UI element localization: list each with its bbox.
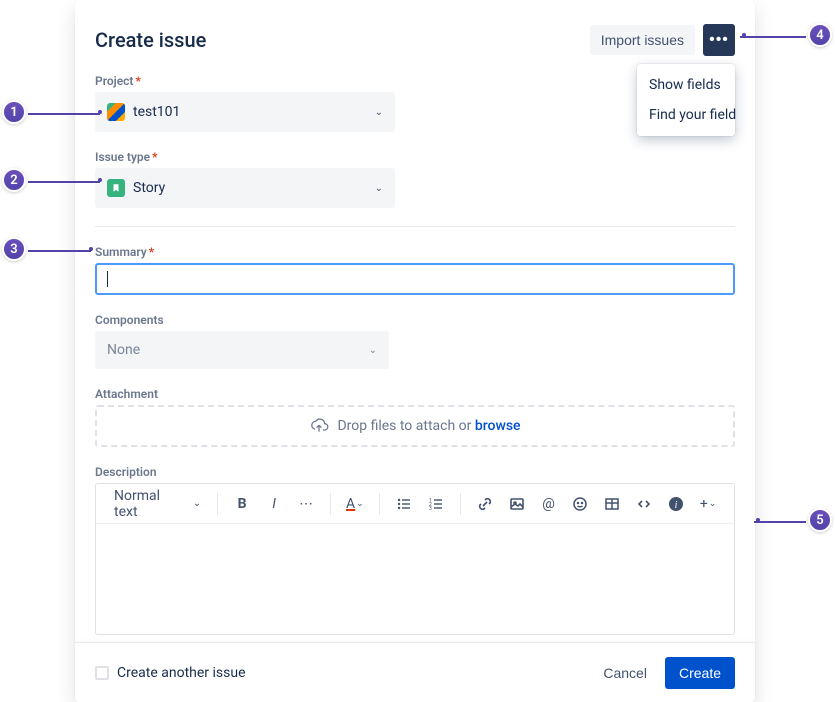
chevron-down-icon: ⌄ <box>193 498 201 509</box>
upload-icon <box>309 418 329 434</box>
link-button[interactable] <box>471 490 499 518</box>
header-actions: Import issues ••• Show fields Find your … <box>590 24 735 56</box>
editor-toolbar: Normal text ⌄ B I ⋯ A ⌄ <box>96 484 734 524</box>
attachment-label: Attachment <box>95 387 735 401</box>
menu-find-field[interactable]: Find your field <box>637 100 735 130</box>
create-another-toggle[interactable]: Create another issue <box>95 665 246 681</box>
cancel-button[interactable]: Cancel <box>593 657 657 689</box>
toolbar-separator <box>330 493 331 515</box>
callout-2: 2 <box>2 168 26 192</box>
bullet-list-button[interactable] <box>390 490 418 518</box>
browse-link[interactable]: browse <box>475 418 521 434</box>
project-value: test101 <box>133 104 375 120</box>
issue-type-field: Issue type* Story ⌄ <box>95 150 735 208</box>
footer-actions: Cancel Create <box>593 657 735 689</box>
checkbox-icon[interactable] <box>95 666 109 680</box>
attachment-text: Drop files to attach or browse <box>337 418 520 434</box>
required-mark: * <box>149 245 154 259</box>
menu-show-fields[interactable]: Show fields <box>637 70 735 100</box>
issue-type-label: Issue type* <box>95 150 735 164</box>
text-cursor <box>107 271 108 287</box>
callout-5: 5 <box>808 508 832 532</box>
summary-field: Summary* <box>95 245 735 295</box>
story-icon <box>107 179 125 197</box>
emoji-button[interactable] <box>566 490 594 518</box>
modal-header: Create issue Import issues ••• Show fiel… <box>75 0 755 64</box>
callout-dot <box>756 518 760 522</box>
components-value: None <box>107 342 369 358</box>
image-button[interactable] <box>503 490 531 518</box>
code-button[interactable] <box>630 490 658 518</box>
svg-text:3: 3 <box>429 506 432 512</box>
text-style-select[interactable]: Normal text ⌄ <box>108 484 207 524</box>
summary-label: Summary* <box>95 245 735 259</box>
issue-type-select[interactable]: Story ⌄ <box>95 168 395 208</box>
components-label: Components <box>95 313 735 327</box>
more-actions-menu: Show fields Find your field <box>637 64 735 136</box>
attachment-dropzone[interactable]: Drop files to attach or browse <box>95 405 735 447</box>
summary-input[interactable] <box>95 263 735 295</box>
bold-button[interactable]: B <box>228 490 256 518</box>
more-icon: ••• <box>709 31 729 49</box>
callout-dot <box>742 33 746 37</box>
callout-dot <box>98 178 102 182</box>
page-title: Create issue <box>95 28 206 52</box>
callout-4: 4 <box>808 23 832 47</box>
callout-dot <box>98 110 102 114</box>
chevron-down-icon: ⌄ <box>369 345 377 356</box>
required-mark: * <box>135 74 140 88</box>
modal-footer: Create another issue Cancel Create <box>75 642 755 702</box>
attachment-field: Attachment Drop files to attach or brows… <box>95 387 735 447</box>
table-button[interactable] <box>598 490 626 518</box>
more-actions-button[interactable]: ••• <box>703 24 735 56</box>
project-icon <box>107 103 125 121</box>
modal-body: Project* test101 ⌄ Issue type* Story ⌄ <box>75 64 755 642</box>
description-label: Description <box>95 465 735 479</box>
create-another-label: Create another issue <box>117 665 246 681</box>
create-button[interactable]: Create <box>665 657 735 689</box>
components-select[interactable]: None ⌄ <box>95 331 389 369</box>
description-textarea[interactable] <box>96 524 734 634</box>
chevron-down-icon: ⌄ <box>356 499 364 509</box>
italic-button[interactable]: I <box>260 490 288 518</box>
info-button[interactable]: i <box>662 490 690 518</box>
more-formatting-button[interactable]: ⋯ <box>292 490 320 518</box>
components-field: Components None ⌄ <box>95 313 735 369</box>
toolbar-separator <box>379 493 380 515</box>
insert-more-button[interactable]: +⌄ <box>694 490 722 518</box>
chevron-down-icon: ⌄ <box>375 107 383 118</box>
callout-1: 1 <box>2 100 26 124</box>
text-color-button[interactable]: A ⌄ <box>341 490 369 518</box>
numbered-list-button[interactable]: 123 <box>422 490 450 518</box>
svg-text:i: i <box>675 500 678 511</box>
chevron-down-icon: ⌄ <box>709 499 717 509</box>
issue-type-value: Story <box>133 180 375 196</box>
chevron-down-icon: ⌄ <box>375 183 383 194</box>
callout-dot <box>89 247 93 251</box>
import-issues-button[interactable]: Import issues <box>590 25 695 55</box>
mention-button[interactable]: @ <box>535 490 563 518</box>
project-select[interactable]: test101 ⌄ <box>95 92 395 132</box>
create-issue-modal: Create issue Import issues ••• Show fiel… <box>75 0 755 702</box>
toolbar-separator <box>460 493 461 515</box>
toolbar-separator <box>217 493 218 515</box>
callout-3: 3 <box>2 237 26 261</box>
divider <box>95 226 735 227</box>
description-editor: Normal text ⌄ B I ⋯ A ⌄ <box>95 483 735 635</box>
required-mark: * <box>152 150 157 164</box>
description-field: Description Normal text ⌄ B I ⋯ A ⌄ <box>95 465 735 635</box>
